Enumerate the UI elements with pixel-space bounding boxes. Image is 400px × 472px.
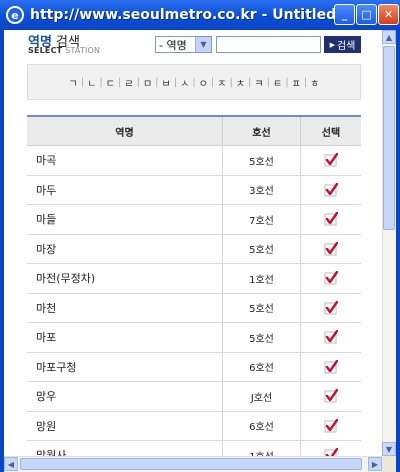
select-cell[interactable]	[301, 353, 361, 382]
consonant-link[interactable]: ㄹ	[122, 75, 135, 90]
table-row[interactable]: 망우 J호선	[27, 382, 361, 412]
table-row[interactable]: 마들 7호선	[27, 205, 361, 235]
horizontal-scroll-thumb[interactable]	[20, 458, 362, 470]
station-table: 역명 호선 선택 마곡 5호선 마두 3호선 마들 7호선 마장 5호선 마전(무정차) 1호선 마…	[27, 115, 361, 471]
close-button[interactable]: ✕	[378, 4, 399, 25]
line-number: J호선	[223, 382, 301, 411]
table-row[interactable]: 마곡 5호선	[27, 146, 361, 176]
station-name[interactable]: 마포	[27, 323, 223, 352]
consonant-link[interactable]: ㅇ	[197, 75, 210, 90]
triangle-right-icon: ▶	[329, 40, 335, 49]
line-number: 6호선	[223, 352, 301, 381]
select-cell[interactable]	[301, 294, 361, 323]
line-number: 5호선	[223, 146, 301, 175]
line-number: 7호선	[223, 205, 301, 234]
search-type-value: - 역명	[159, 38, 187, 52]
ie-icon: e	[6, 6, 24, 24]
station-name[interactable]: 마전(무정차)	[27, 264, 223, 293]
consonant-link[interactable]: ㅊ	[234, 75, 247, 90]
consonant-link[interactable]: ㅋ	[252, 75, 265, 90]
select-cell[interactable]	[301, 146, 361, 175]
select-check-icon[interactable]	[324, 359, 338, 374]
consonant-link[interactable]: ㅁ	[141, 75, 154, 90]
table-body: 마곡 5호선 마두 3호선 마들 7호선 마장 5호선 마전(무정차) 1호선 마천 5호선 마포 5호선…	[27, 146, 361, 471]
consonant-link[interactable]: ㄱ	[67, 75, 80, 90]
select-check-icon[interactable]	[324, 300, 338, 315]
station-name[interactable]: 마포구청	[27, 352, 223, 381]
consonant-index-bar: ㄱ | ㄴ | ㄷ | ㄹ | ㅁ | ㅂ | ㅅ | ㅇ | ㅈ | ㅊ | ㅋ | ㅌ | ㅍ | ㅎ	[27, 64, 361, 100]
line-number: 1호선	[223, 264, 301, 293]
select-cell[interactable]	[301, 323, 361, 352]
scroll-down-arrow-icon[interactable]: ▼	[382, 442, 396, 456]
page-subtitle: SELECT STATION	[28, 46, 100, 55]
table-row[interactable]: 마포 5호선	[27, 323, 361, 353]
scroll-up-arrow-icon[interactable]: ▲	[382, 30, 396, 44]
select-check-icon[interactable]	[324, 389, 338, 403]
table-row[interactable]: 마전(무정차) 1호선	[27, 264, 361, 294]
consonant-link[interactable]: ㅅ	[178, 75, 191, 90]
select-check-icon[interactable]	[324, 418, 338, 433]
select-check-icon[interactable]	[324, 241, 338, 256]
window-title: http://www.seoulmetro.co.kr - Untitled D…	[30, 7, 346, 23]
subtitle-gray: STATION	[62, 46, 101, 55]
station-name[interactable]: 마곡	[27, 146, 223, 175]
consonant-link[interactable]: ㅈ	[215, 75, 228, 90]
chevron-down-icon[interactable]: ▼	[195, 37, 211, 52]
subtitle-bold: SELECT	[28, 46, 63, 55]
minimize-button[interactable]: _	[334, 4, 355, 25]
table-row[interactable]: 마포구청 6호선	[27, 352, 361, 382]
line-number: 3호선	[223, 175, 301, 204]
select-check-icon[interactable]	[324, 271, 338, 285]
table-header: 역명 호선 선택	[27, 117, 361, 146]
scrollbar-corner	[382, 456, 396, 472]
select-cell[interactable]	[301, 205, 361, 234]
table-row[interactable]: 망원 6호선	[27, 411, 361, 441]
select-cell[interactable]	[301, 264, 361, 293]
select-check-icon[interactable]	[324, 212, 338, 226]
station-name[interactable]: 망우	[27, 382, 223, 411]
line-number: 5호선	[223, 293, 301, 322]
column-header-select: 선택	[321, 127, 341, 139]
consonant-link[interactable]: ㅂ	[160, 75, 173, 90]
window-border-left	[0, 30, 4, 472]
scroll-left-arrow-icon[interactable]: ◀	[4, 457, 18, 471]
select-check-icon[interactable]	[324, 153, 338, 167]
table-row[interactable]: 마장 5호선	[27, 234, 361, 264]
station-name[interactable]: 마장	[27, 234, 223, 263]
select-cell[interactable]	[301, 235, 361, 264]
table-row[interactable]: 마두 3호선	[27, 175, 361, 205]
consonant-link[interactable]: ㄷ	[104, 75, 117, 90]
select-cell[interactable]	[301, 382, 361, 411]
table-row[interactable]: 마천 5호선	[27, 293, 361, 323]
consonant-link[interactable]: ㅍ	[290, 75, 303, 90]
line-number: 6호선	[223, 411, 301, 440]
select-check-icon[interactable]	[324, 330, 338, 344]
search-button-label: 검색	[336, 41, 356, 52]
line-number: 5호선	[223, 323, 301, 352]
search-input[interactable]	[216, 36, 321, 53]
line-number: 5호선	[223, 234, 301, 263]
column-header-station: 역명	[27, 117, 223, 145]
consonant-link[interactable]: ㅌ	[271, 75, 284, 90]
search-button[interactable]: ▶ 검색	[324, 36, 361, 53]
station-name[interactable]: 마천	[27, 293, 223, 322]
vertical-scroll-thumb[interactable]	[383, 46, 395, 230]
select-check-icon[interactable]	[324, 182, 338, 197]
window-border-right	[396, 30, 400, 472]
scroll-right-arrow-icon[interactable]: ▶	[368, 457, 382, 471]
station-name[interactable]: 망원	[27, 411, 223, 440]
station-name[interactable]: 마들	[27, 205, 223, 234]
consonant-link[interactable]: ㅎ	[308, 75, 321, 90]
column-header-line: 호선	[223, 117, 301, 145]
station-name[interactable]: 마두	[27, 175, 223, 204]
select-cell[interactable]	[301, 412, 361, 441]
maximize-button[interactable]: □	[356, 4, 377, 25]
select-cell[interactable]	[301, 176, 361, 205]
search-type-select[interactable]: - 역명 ▼	[155, 36, 212, 53]
consonant-link[interactable]: ㄴ	[85, 75, 98, 90]
